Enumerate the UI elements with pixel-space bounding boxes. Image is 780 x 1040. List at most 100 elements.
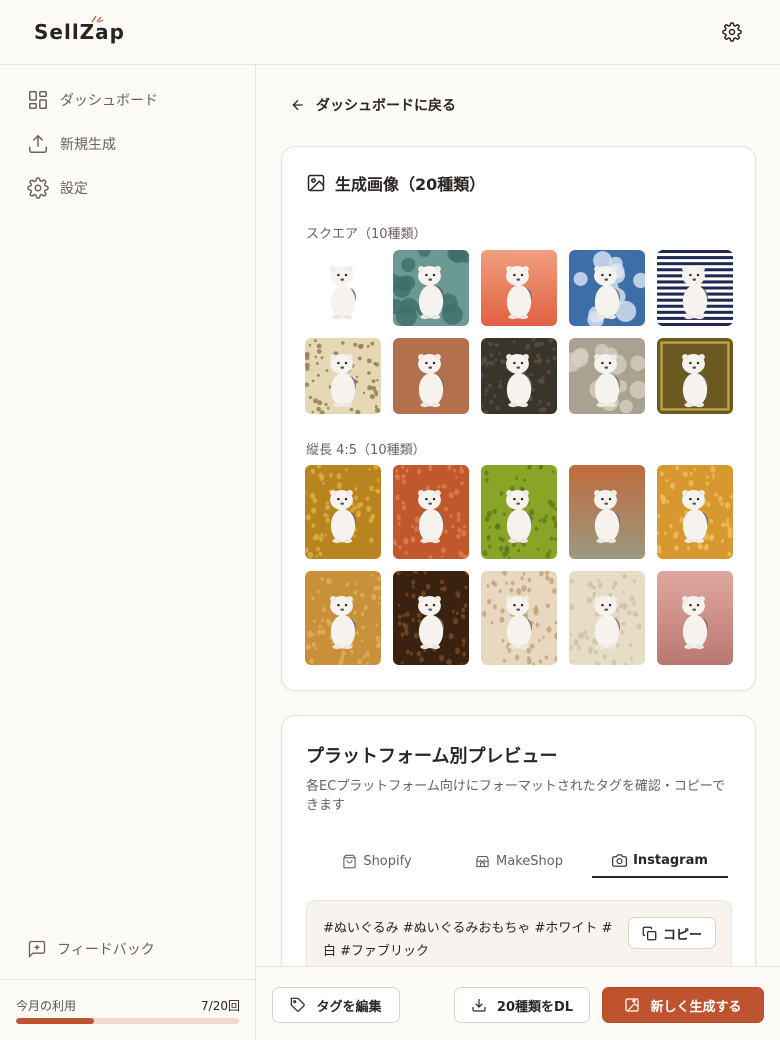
copy-label: コピー	[662, 927, 702, 943]
tab-label: Instagram	[633, 852, 708, 868]
settings-gear-icon[interactable]	[722, 22, 742, 42]
usage-progress-fill	[16, 1018, 95, 1024]
tab-shopify[interactable]: Shopify	[306, 844, 448, 878]
edit-tags-button[interactable]: タグを編集	[272, 987, 400, 1023]
image-icon	[307, 174, 325, 192]
square-image	[481, 338, 557, 414]
square-image	[569, 338, 645, 414]
generated-images-card: 生成画像（20種類） スクエア（10種類） 縦長 4:5（10種類）	[281, 146, 756, 691]
portrait-thumbnail[interactable]	[305, 465, 381, 559]
camera-icon	[612, 853, 627, 867]
portrait-image	[569, 465, 645, 559]
square-thumbnail[interactable]	[393, 338, 469, 414]
square-image	[393, 338, 469, 414]
tag-preview-text: #ぬいぐるみ #ぬいぐるみおもちゃ #ホワイト #白 #ファブリック	[323, 921, 613, 959]
square-thumbnail[interactable]	[305, 338, 381, 414]
square-image	[305, 250, 381, 326]
platform-tabs: Shopify MakeShop Instagram	[306, 844, 732, 878]
sidebar-item-label: ダッシュボード	[60, 93, 158, 109]
gear-icon	[27, 177, 49, 199]
portrait-thumbnail[interactable]	[393, 571, 469, 665]
portrait-thumbnail[interactable]	[481, 571, 557, 665]
sidebar-item-settings[interactable]: 設定	[27, 174, 88, 202]
sidebar-item-dashboard[interactable]: ダッシュボード	[27, 86, 158, 114]
arrow-left-icon	[292, 99, 303, 111]
square-thumbnail[interactable]	[481, 250, 557, 326]
logo-text: SellZap	[34, 20, 125, 44]
portrait-section-label: 縦長 4:5（10種類）	[306, 443, 426, 458]
portrait-image	[393, 571, 469, 665]
portrait-image	[305, 571, 381, 665]
portrait-image	[657, 465, 733, 559]
portrait-thumbnail[interactable]	[393, 465, 469, 559]
tab-makeshop[interactable]: MakeShop	[448, 844, 590, 878]
bottom-action-bar: タグを編集 20種類をDL 新しく生成する	[256, 966, 780, 1040]
portrait-thumbnail[interactable]	[305, 571, 381, 665]
square-image	[569, 250, 645, 326]
platform-preview-title: プラットフォーム別プレビュー	[306, 746, 558, 767]
tab-instagram[interactable]: Instagram	[592, 844, 728, 878]
square-thumbnail[interactable]	[305, 250, 381, 326]
new-generate-label: 新しく生成する	[650, 999, 742, 1015]
message-plus-icon	[28, 940, 46, 959]
portrait-image	[569, 571, 645, 665]
portrait-image	[481, 465, 557, 559]
image-plus-icon	[625, 998, 640, 1012]
square-thumbnail[interactable]	[657, 250, 733, 326]
feedback-label: フィードバック	[57, 942, 155, 958]
platform-preview-description: 各ECプラットフォーム向けにフォーマットされたタグを確認・コピーできます	[306, 779, 726, 813]
portrait-thumbnail[interactable]	[657, 571, 733, 665]
upload-icon	[29, 134, 47, 153]
square-section-label: スクエア（10種類）	[306, 227, 427, 242]
sidebar-item-new-generate[interactable]: 新規生成	[27, 130, 116, 158]
shopping-bag-icon	[343, 854, 356, 868]
square-thumbnail[interactable]	[393, 250, 469, 326]
portrait-image-grid	[305, 465, 733, 665]
portrait-thumbnail[interactable]	[569, 465, 645, 559]
portrait-image	[657, 571, 733, 665]
portrait-thumbnail[interactable]	[481, 465, 557, 559]
sidebar-item-label: 設定	[60, 181, 88, 197]
square-thumbnail[interactable]	[481, 338, 557, 414]
usage-count: 7/20回	[201, 999, 240, 1013]
portrait-image	[305, 465, 381, 559]
feedback-link[interactable]: フィードバック	[27, 939, 155, 959]
sidebar-item-label: 新規生成	[60, 137, 116, 153]
store-icon	[476, 855, 489, 867]
download-icon	[472, 999, 486, 1012]
spark-icon	[91, 15, 104, 23]
tab-label: MakeShop	[496, 853, 563, 869]
usage-panel: 今月の利用 7/20回	[0, 979, 256, 1040]
generated-images-title: 生成画像（20種類）	[306, 171, 485, 195]
portrait-thumbnail[interactable]	[657, 465, 733, 559]
usage-progress-bar	[16, 1018, 239, 1024]
square-image	[393, 250, 469, 326]
square-image-grid	[305, 250, 733, 414]
dashboard-icon	[29, 91, 47, 109]
download-label: 20種類をDL	[496, 999, 574, 1015]
square-thumbnail[interactable]	[569, 338, 645, 414]
square-image	[657, 338, 733, 414]
portrait-thumbnail[interactable]	[569, 571, 645, 665]
top-bar: SellZap	[0, 0, 780, 65]
copy-button[interactable]: コピー	[628, 917, 716, 949]
portrait-image	[393, 465, 469, 559]
portrait-image	[481, 571, 557, 665]
download-button[interactable]: 20種類をDL	[454, 987, 590, 1023]
tag-icon	[291, 997, 306, 1012]
copy-icon	[642, 926, 657, 940]
back-label: ダッシュボードに戻る	[316, 98, 456, 114]
square-image	[481, 250, 557, 326]
sidebar: ダッシュボード 新規生成 設定 フィードバック 今月の利用 7/20回	[0, 65, 256, 1040]
logo[interactable]: SellZap	[34, 15, 125, 44]
new-generate-button[interactable]: 新しく生成する	[602, 987, 764, 1023]
edit-tags-label: タグを編集	[316, 999, 382, 1015]
back-to-dashboard-link[interactable]: ダッシュボードに戻る	[290, 95, 456, 115]
square-image	[305, 338, 381, 414]
square-thumbnail[interactable]	[657, 338, 733, 414]
square-image	[657, 250, 733, 326]
usage-label: 今月の利用	[16, 999, 77, 1013]
square-thumbnail[interactable]	[569, 250, 645, 326]
tab-label: Shopify	[363, 853, 412, 869]
generated-images-title-text: 生成画像（20種類）	[335, 175, 486, 194]
